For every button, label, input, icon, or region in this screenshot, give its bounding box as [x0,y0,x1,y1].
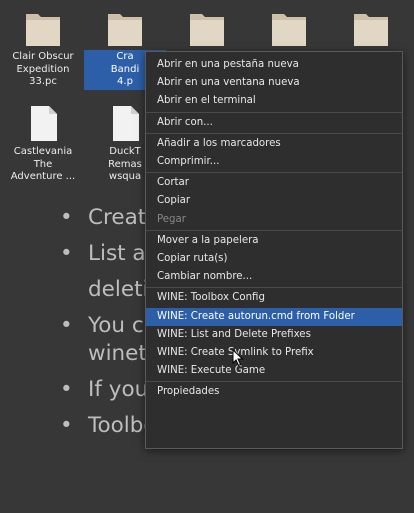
file-item-label-line: The [33,158,53,170]
file-item-label: Castlevania The Adventure ... [2,145,84,185]
file-item-label-line: Adventure ... [10,171,76,182]
folder-icon [354,14,388,46]
menu-item[interactable]: WINE: Create Symlink to Prefix [146,344,402,362]
document-icon [113,106,139,141]
context-menu: Abrir en una pestaña nueva Abrir en una v… [145,51,403,449]
menu-item[interactable]: WINE: List and Delete Prefixes [146,326,402,344]
menu-item[interactable]: Cortar [146,174,402,192]
bullet-marker: • [60,205,73,230]
file-item-label-line: Clair Obscur [12,51,74,62]
file-item-f3[interactable] [166,8,248,50]
menu-item[interactable]: Abrir en una ventana nueva [146,74,402,92]
bullet-marker: • [60,241,73,266]
menu-item[interactable]: Comprimir... [146,153,402,171]
menu-separator [146,229,402,231]
file-item-f5[interactable] [330,8,412,50]
document-icon [31,106,57,141]
bullet-marker: • [60,413,73,438]
bullet-marker: • [60,313,73,338]
menu-item[interactable]: Abrir en el terminal [146,92,402,110]
file-item-label: Clair Obscur Expedition 33.pc [2,50,84,90]
menu-item[interactable]: Mover a la papelera [146,232,402,250]
folder-icon [108,14,142,46]
file-item-label-line: Expedition [16,63,70,75]
folder-icon [272,14,306,46]
file-item-castlevania[interactable]: Castlevania The Adventure ... [2,103,84,185]
menu-separator [146,381,402,383]
menu-item[interactable]: Abrir con... [146,114,402,132]
menu-item[interactable]: WINE: Execute Game [146,362,402,380]
bullet-marker: • [60,377,73,402]
menu-item[interactable]: WINE: Create autorun.cmd from Folder [146,307,402,326]
menu-item: Pegar [157,213,186,225]
file-item-label-line: Castlevania [13,146,73,157]
mouse-cursor-icon [232,349,244,367]
menu-separator [146,132,402,134]
folder-icon [26,14,60,46]
menu-item[interactable]: WINE: Toolbox Config [146,289,402,307]
file-item-f4[interactable] [248,8,330,50]
menu-separator [146,287,402,289]
folder-icon [190,14,224,46]
menu-separator [146,111,402,113]
menu-item[interactable]: Cambiar nombre... [146,268,402,286]
menu-item[interactable]: Copiar [146,192,402,210]
menu-item[interactable]: Copiar ruta(s) [146,250,402,268]
menu-item[interactable]: Añadir a los marcadores [146,135,402,153]
desktop[interactable]: •Create the autorun.cm•List and manage u… [0,0,414,513]
file-item-label-line: 33.pc [29,76,57,87]
menu-item[interactable]: Propiedades [146,383,402,401]
menu-item[interactable]: Abrir en una pestaña nueva [146,56,402,74]
file-item-clair[interactable]: Clair Obscur Expedition 33.pc [2,8,84,90]
menu-separator [146,172,402,174]
